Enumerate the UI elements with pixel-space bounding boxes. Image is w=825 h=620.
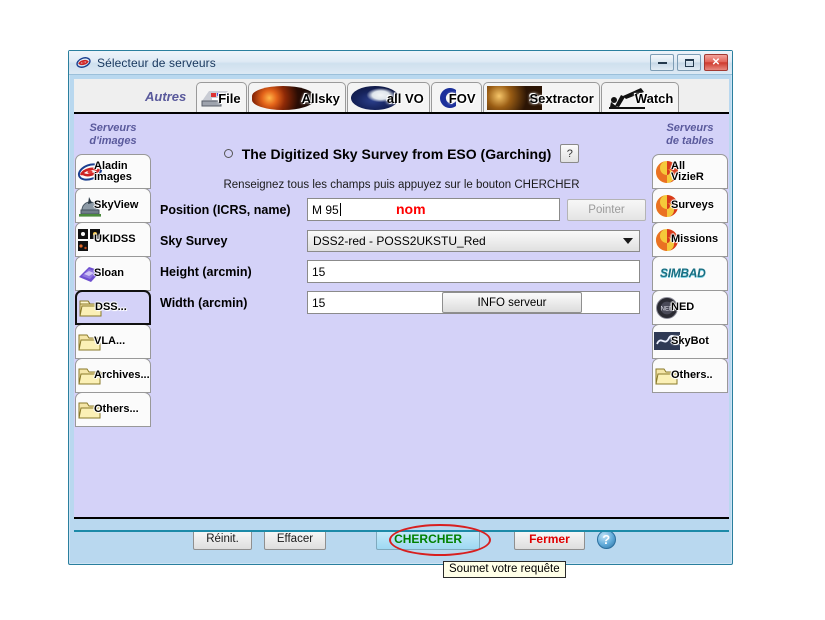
- sidebar-item-label: Sloan: [94, 267, 124, 279]
- position-value: M 95: [312, 202, 339, 217]
- tab-allsky[interactable]: Allsky: [247, 82, 346, 113]
- window-controls: ✕: [650, 54, 728, 71]
- sidebar-item-label: Archives...: [94, 369, 150, 381]
- server-selector-window: Sélecteur de serveurs ✕ Autres File Alls…: [68, 50, 733, 565]
- minimize-button[interactable]: [650, 54, 674, 71]
- text-caret: [339, 203, 341, 216]
- tab-watch[interactable]: Watch: [600, 82, 680, 113]
- position-label: Position (ICRS, name): [160, 202, 291, 217]
- width-label: Width (arcmin): [160, 295, 248, 310]
- window-title: Sélecteur de serveurs: [97, 55, 216, 70]
- tab-label-sextractor: Sextractor: [529, 90, 594, 106]
- sidebar-item-label: Others...: [94, 403, 139, 415]
- window-footer-band: [74, 519, 729, 532]
- position-row: Position (ICRS, name) M 95 nom Pointer: [160, 197, 651, 222]
- tab-sextractor[interactable]: Sextractor: [482, 82, 600, 113]
- tab-all-vo[interactable]: all VO: [346, 82, 430, 113]
- pointer-button[interactable]: Pointer: [567, 198, 646, 221]
- query-form: The Digitized Sky Survey from ESO (Garch…: [152, 114, 651, 517]
- server-help-button[interactable]: ?: [560, 144, 580, 163]
- sidebar-item-label: SIMBAD: [660, 266, 706, 280]
- server-title-row: The Digitized Sky Survey from ESO (Garch…: [152, 144, 651, 163]
- position-annotation: nom: [396, 201, 426, 217]
- sky-survey-row: Sky Survey DSS2-red - POSS2UKSTU_Red: [160, 228, 651, 253]
- sidebar-item-ned[interactable]: NED NED: [652, 290, 728, 325]
- sidebar-item-simbad[interactable]: SIMBAD: [652, 256, 728, 291]
- aladin-spiral-icon: [76, 55, 91, 70]
- sky-survey-value: DSS2-red - POSS2UKSTU_Red: [313, 233, 486, 248]
- sidebar-item-label: VLA...: [94, 335, 126, 347]
- sidebar-item-label: NED: [671, 301, 695, 313]
- sidebar-item-all-vizier[interactable]: All VizieR: [652, 154, 728, 189]
- left-sidebar-heading-line2: d'images: [89, 135, 137, 147]
- tab-label-all-vo: all VO: [386, 90, 424, 106]
- tab-label-file: File: [218, 90, 241, 106]
- right-sidebar-heading-line2: de tables: [666, 135, 714, 147]
- simbad-icon: [654, 261, 658, 287]
- left-sidebar-heading-line1: Serveurs: [89, 122, 137, 134]
- help-icon[interactable]: ?: [596, 529, 616, 549]
- sidebar-item-label: All VizieR: [671, 159, 704, 183]
- tab-label-fov: FOV: [448, 90, 476, 106]
- right-sidebar-heading: Serveurs de tables: [666, 122, 714, 148]
- chevron-down-icon: [623, 237, 633, 244]
- close-icon: ✕: [711, 56, 721, 68]
- server-panel: Serveurs d'images Aladin images SkyView …: [74, 112, 729, 519]
- minimize-icon: [657, 61, 667, 64]
- tab-group-label-autres: Autres: [145, 89, 187, 104]
- tab-strip: Autres File Allsky all VO FOV Sextractor…: [141, 79, 680, 113]
- info-serveur-button[interactable]: INFO serveur: [442, 292, 582, 313]
- sidebar-item-skyview[interactable]: SkyView: [75, 188, 151, 223]
- maximize-button[interactable]: [677, 54, 701, 71]
- sidebar-item-label: SkyBot: [671, 335, 709, 347]
- sidebar-item-ukidss[interactable]: UKIDSS: [75, 222, 151, 257]
- right-sidebar: Serveurs de tables All VizieR Surveys Mi…: [651, 114, 729, 517]
- sidebar-item-sloan[interactable]: Sloan: [75, 256, 151, 291]
- tab-label-allsky: Allsky: [301, 90, 340, 106]
- tooltip: Soumet votre requête: [443, 561, 566, 578]
- tab-file[interactable]: File: [196, 82, 247, 113]
- sidebar-item-vla[interactable]: VLA...: [75, 324, 151, 359]
- sidebar-item-surveys[interactable]: Surveys: [652, 188, 728, 223]
- sky-survey-select[interactable]: DSS2-red - POSS2UKSTU_Red: [307, 229, 640, 252]
- position-input[interactable]: M 95 nom: [307, 198, 560, 221]
- maximize-icon: [684, 58, 694, 67]
- sidebar-item-skybot[interactable]: SkyBot: [652, 324, 728, 359]
- sky-survey-label: Sky Survey: [160, 233, 228, 248]
- sidebar-item-others-tables[interactable]: Others..: [652, 358, 728, 393]
- sidebar-item-label: SkyView: [94, 199, 139, 211]
- sidebar-item-archives[interactable]: Archives...: [75, 358, 151, 393]
- sidebar-item-dss[interactable]: DSS...: [75, 290, 151, 325]
- left-sidebar-heading: Serveurs d'images: [89, 122, 136, 148]
- close-button[interactable]: ✕: [704, 54, 728, 71]
- window-titlebar[interactable]: Sélecteur de serveurs ✕: [69, 51, 732, 75]
- tab-fov[interactable]: FOV: [430, 82, 482, 113]
- footer-accent-line: [74, 530, 729, 532]
- sidebar-item-label: DSS...: [95, 301, 127, 313]
- tab-label-watch: Watch: [634, 90, 674, 106]
- sidebar-item-aladin-images[interactable]: Aladin images: [75, 154, 151, 189]
- sidebar-item-label: Aladin images: [94, 159, 132, 183]
- sidebar-item-label: Missions: [671, 233, 719, 245]
- height-input[interactable]: 15: [307, 260, 640, 283]
- sidebar-item-others-images[interactable]: Others...: [75, 392, 151, 427]
- height-row: Height (arcmin) 15: [160, 259, 651, 284]
- right-sidebar-heading-line1: Serveurs: [666, 122, 714, 134]
- sidebar-item-label: Others..: [671, 369, 713, 381]
- left-sidebar: Serveurs d'images Aladin images SkyView …: [74, 114, 152, 517]
- sidebar-item-label: UKIDSS: [94, 233, 136, 245]
- form-instruction: Renseignez tous les champs puis appuyez …: [223, 179, 580, 191]
- server-radio-button[interactable]: [223, 149, 233, 158]
- sidebar-item-missions[interactable]: Missions: [652, 222, 728, 257]
- height-label: Height (arcmin): [160, 264, 252, 279]
- server-title: The Digitized Sky Survey from ESO (Garch…: [241, 145, 552, 162]
- sidebar-item-label: Surveys: [671, 199, 714, 211]
- window-body: Autres File Allsky all VO FOV Sextractor…: [74, 79, 729, 550]
